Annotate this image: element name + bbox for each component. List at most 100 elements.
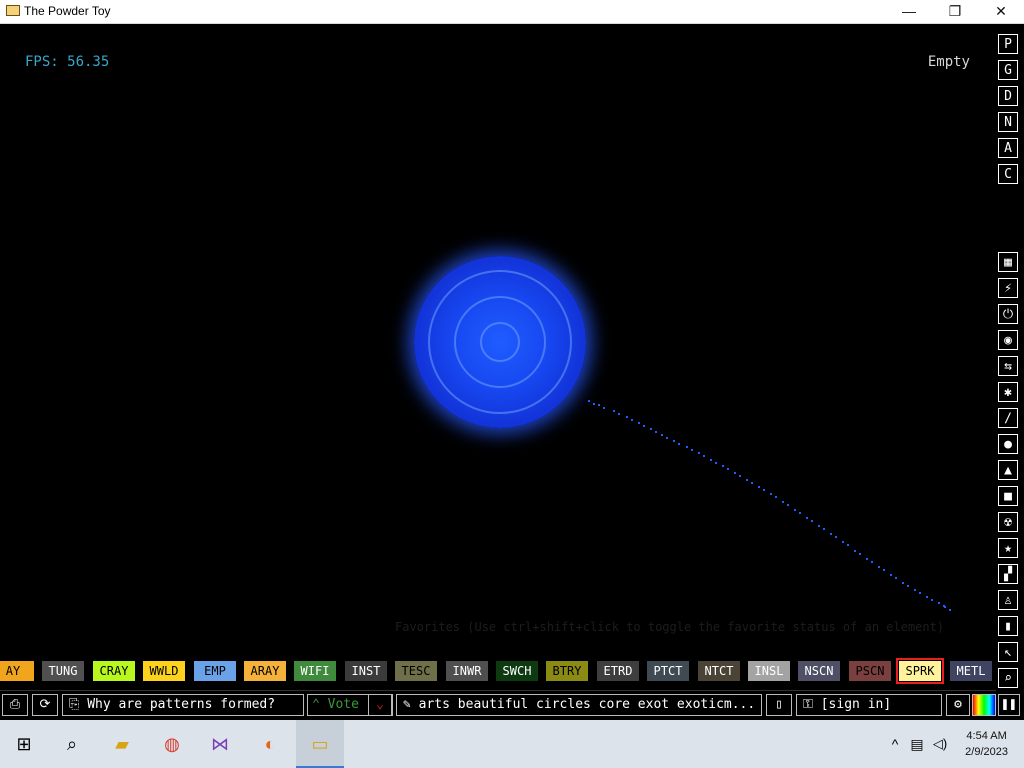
stream-particle — [949, 609, 951, 611]
pause-mode-button[interactable]: P — [998, 34, 1018, 54]
element-button-inwr[interactable]: INWR — [446, 661, 488, 681]
electronics-icon[interactable]: ⚡ — [998, 278, 1018, 298]
pointer-icon[interactable]: ↖ — [998, 642, 1018, 662]
volume-icon[interactable]: ◁) — [928, 720, 952, 768]
close-button[interactable]: ✕ — [978, 0, 1024, 23]
stream-particle — [698, 452, 700, 454]
search-icon[interactable]: ⌕ — [998, 668, 1018, 688]
tools-icon[interactable]: ♙ — [998, 590, 1018, 610]
console-button[interactable]: C — [998, 164, 1018, 184]
start-icon[interactable]: ⊞ — [0, 720, 48, 768]
new-simulation-icon[interactable]: ▯ — [766, 694, 792, 716]
element-button-aray[interactable]: ARAY — [244, 661, 286, 681]
element-button-pscn[interactable]: PSCN — [849, 661, 891, 681]
taskbar-clock[interactable]: 4:54 AM 2/9/2023 — [965, 728, 1008, 760]
display-mode-icon[interactable] — [972, 694, 996, 716]
power-icon[interactable]: ⏻ — [998, 304, 1018, 324]
element-button-emp[interactable]: EMP — [194, 661, 236, 681]
element-button-ptct[interactable]: PTCT — [647, 661, 689, 681]
minimize-button[interactable]: — — [886, 0, 932, 23]
newtonian-button[interactable]: N — [998, 112, 1018, 132]
liquid-icon[interactable]: ● — [998, 434, 1018, 454]
stream-particle — [914, 589, 916, 591]
powder-icon[interactable]: ▲ — [998, 460, 1018, 480]
stream-particle — [715, 462, 717, 464]
particle-sphere — [414, 256, 586, 428]
element-button-insl[interactable]: INSL — [748, 661, 790, 681]
network-icon[interactable]: ▤ — [906, 720, 928, 768]
file-explorer-icon[interactable]: ▰ — [98, 720, 146, 768]
element-button-ay[interactable]: AY — [0, 661, 34, 681]
pause-icon[interactable]: ❚❚ — [998, 694, 1020, 716]
window-title: The Powder Toy — [24, 4, 111, 18]
stream-particle — [847, 544, 849, 546]
element-button-wifi[interactable]: WIFI — [294, 661, 336, 681]
stream-particle — [703, 455, 705, 457]
settings-icon[interactable]: ⚙ — [946, 694, 970, 716]
element-button-ntct[interactable]: NTCT — [698, 661, 740, 681]
stream-particle — [763, 489, 765, 491]
element-button-sprk[interactable]: SPRK — [896, 658, 944, 684]
stream-particle — [666, 437, 668, 439]
stream-particle — [655, 431, 657, 433]
special-icon[interactable]: ★ — [998, 538, 1018, 558]
solid-icon[interactable]: ■ — [998, 486, 1018, 506]
save-icon: ⎘ — [69, 697, 88, 712]
element-button-wwld[interactable]: WWLD — [143, 661, 185, 681]
stream-particle — [613, 410, 615, 412]
windows-taskbar: ⊞ ⌕ ▰ ◍ ⋈ ◐ ▭ ^ ▤ ◁) 4:54 AM 2/9/2023 — [0, 720, 1024, 768]
element-scrollbar[interactable] — [0, 690, 996, 691]
reload-icon[interactable]: ⟳ — [32, 694, 58, 716]
favorites-icon[interactable]: ▮ — [998, 616, 1018, 636]
element-button-nscn[interactable]: NSCN — [798, 661, 840, 681]
simulation-canvas[interactable]: FPS: 56.35 Empty Favorites (Use ctrl+shi… — [0, 24, 996, 658]
force-icon[interactable]: ⇆ — [998, 356, 1018, 376]
upvote-icon: ⌃ — [312, 697, 328, 712]
stream-particle — [727, 468, 729, 470]
vote-down-button[interactable]: ⌄ — [368, 694, 392, 716]
firefox-icon[interactable]: ◐ — [246, 720, 294, 768]
stream-particle — [787, 504, 789, 506]
element-button-swch[interactable]: SWCH — [496, 661, 538, 681]
gravity-button[interactable]: G — [998, 60, 1018, 80]
decorations-button[interactable]: D — [998, 86, 1018, 106]
tray-chevron-icon[interactable]: ^ — [884, 720, 906, 768]
element-button-cray[interactable]: CRAY — [93, 661, 135, 681]
stream-particle — [938, 602, 940, 604]
element-button-inst[interactable]: INST — [345, 661, 387, 681]
ambient-heat-button[interactable]: A — [998, 138, 1018, 158]
element-button-btry[interactable]: BTRY — [546, 661, 588, 681]
visual-studio-icon[interactable]: ⋈ — [196, 720, 244, 768]
stream-particle — [638, 422, 640, 424]
stream-particle — [746, 479, 748, 481]
stream-particle — [618, 413, 620, 415]
open-save-icon[interactable]: ⎙ — [2, 694, 28, 716]
element-button-metl[interactable]: METL — [950, 661, 992, 681]
search-taskbar-icon[interactable]: ⌕ — [48, 720, 96, 768]
element-button-tung[interactable]: TUNG — [42, 661, 84, 681]
stream-particle — [931, 599, 933, 601]
stream-particle — [775, 496, 777, 498]
stream-particle — [643, 425, 645, 427]
stream-particle — [883, 569, 885, 571]
sign-in-button[interactable]: ⚿ [sign in] — [796, 694, 942, 716]
explosive-icon[interactable]: ✱ — [998, 382, 1018, 402]
stream-particle — [854, 550, 856, 552]
save-title-field[interactable]: ⎘ Why are patterns formed? — [62, 694, 304, 716]
wall-icon[interactable]: ▦ — [998, 252, 1018, 272]
life-icon[interactable]: ▞ — [998, 564, 1018, 584]
app-icon — [6, 5, 20, 16]
maximize-button[interactable]: ❐ — [932, 0, 978, 23]
powder-toy-taskbar-icon[interactable]: ▭ — [296, 720, 344, 768]
clock-date: 2/9/2023 — [965, 746, 1008, 758]
stream-particle — [751, 482, 753, 484]
gas-icon[interactable]: ∕ — [998, 408, 1018, 428]
tags-field[interactable]: ✎ arts beautiful circles core exot exoti… — [396, 694, 762, 716]
save-title-text: Why are patterns formed? — [87, 697, 276, 712]
stream-particle — [799, 512, 801, 514]
sensor-icon[interactable]: ◉ — [998, 330, 1018, 350]
chrome-icon[interactable]: ◍ — [148, 720, 196, 768]
element-button-tesc[interactable]: TESC — [395, 661, 437, 681]
element-button-etrd[interactable]: ETRD — [597, 661, 639, 681]
radioactive-icon[interactable]: ☢ — [998, 512, 1018, 532]
